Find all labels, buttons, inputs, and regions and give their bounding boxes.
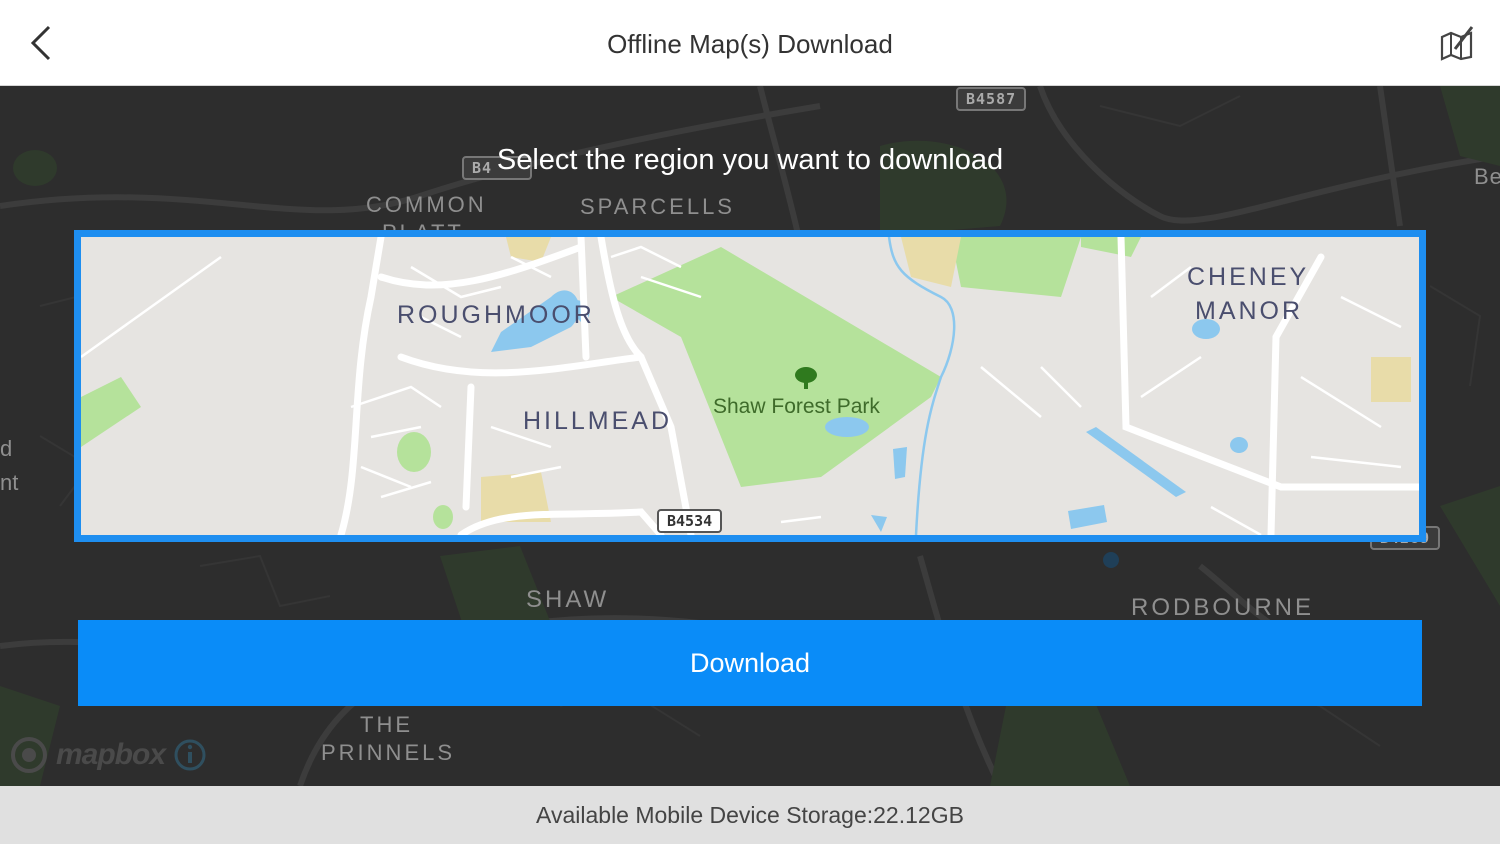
edit-map-icon (1440, 26, 1474, 61)
region-instruction: Select the region you want to download (496, 144, 1004, 176)
tree-icon (795, 367, 817, 389)
edit-map-button[interactable] (1432, 18, 1482, 68)
mapbox-attribution[interactable]: mapbox (10, 736, 207, 774)
region-label-roughmoor: ROUGHMOOR (397, 301, 595, 329)
page-title: Offline Map(s) Download (607, 29, 893, 59)
map-label-sparcells: SPARCELLS (580, 194, 735, 219)
map-label-nt: nt (0, 470, 19, 495)
region-road-shield: B4534 (657, 509, 723, 533)
map-label-common: COMMON (366, 192, 487, 217)
download-button[interactable]: Download (78, 620, 1422, 706)
mapbox-logo-icon (11, 737, 47, 773)
park-label: Shaw Forest Park (713, 395, 880, 418)
map-label-d: d (0, 436, 13, 461)
region-label-cheney: CHENEY (1187, 263, 1310, 291)
map-label-the: THE (360, 712, 413, 737)
map-label-prinnels: PRINNELS (321, 740, 456, 765)
back-button[interactable] (18, 18, 64, 68)
storage-footer: Available Mobile Device Storage:22.12GB (0, 786, 1500, 844)
info-icon[interactable] (173, 738, 207, 772)
region-label-hillmead: HILLMEAD (523, 407, 673, 435)
storage-text: Available Mobile Device Storage:22.12GB (536, 801, 964, 828)
map-view[interactable]: COMMON PLATT SPARCELLS SHAW RODBOURNE TH… (0, 86, 1500, 786)
road-shield-b4587: B4587 (956, 87, 1027, 111)
selected-region[interactable]: ROUGHMOOR HILLMEAD CHENEY MANOR Shaw For… (74, 230, 1426, 542)
map-label-shaw: SHAW (526, 586, 610, 613)
mapbox-wordmark: mapbox (56, 738, 166, 771)
region-label-manor: MANOR (1195, 297, 1304, 325)
map-label-rodbourne: RODBOURNE (1131, 594, 1315, 621)
top-bar: Offline Map(s) Download (0, 0, 1500, 86)
chevron-left-icon (30, 25, 51, 61)
